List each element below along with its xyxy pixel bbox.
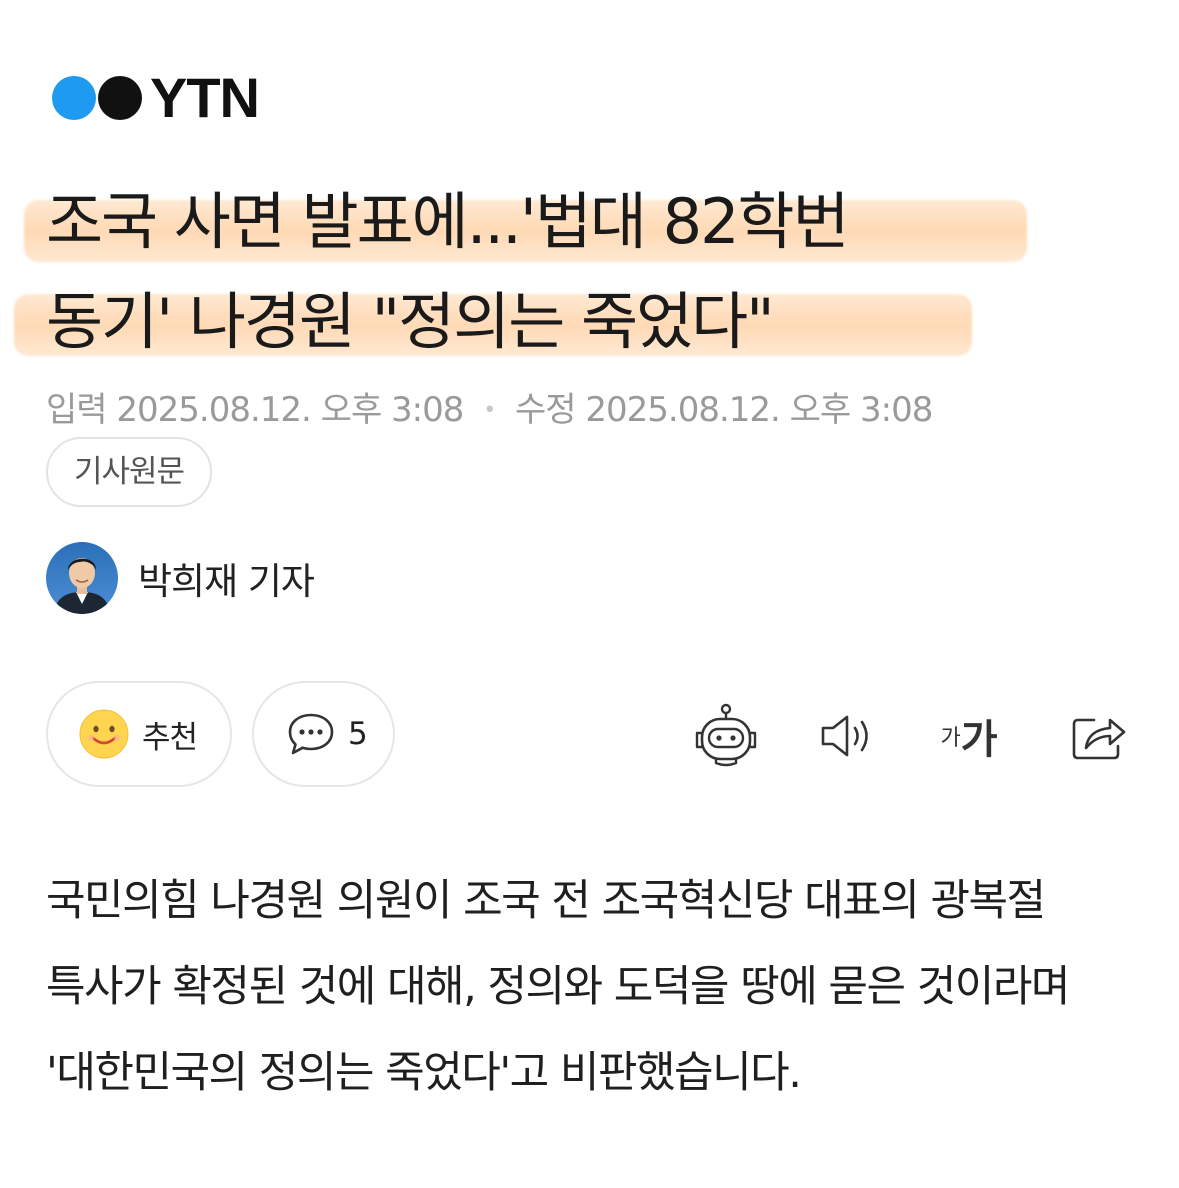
headline-line-2: 동기' 나경원 "정의는 죽었다": [14, 272, 1156, 372]
author-byline[interactable]: 박희재 기자: [46, 542, 315, 614]
ytn-logo[interactable]: YTN: [50, 66, 260, 129]
speech-bubble-icon: [288, 713, 334, 755]
article-headline: 조국 사면 발표에...'법대 82학번 동기' 나경원 "정의는 죽었다": [14, 172, 1156, 372]
input-label: 입력: [46, 390, 108, 430]
ai-summary-button[interactable]: [692, 694, 760, 778]
article-dateline: 입력 2025.08.12. 오후 3:08 • 수정 2025.08.12. …: [46, 388, 933, 433]
author-avatar: [46, 542, 118, 614]
logo-text: YTN: [150, 66, 260, 129]
original-article-button[interactable]: 기사원문: [46, 437, 213, 507]
recommend-label: 추천: [142, 719, 198, 756]
font-size-big-glyph: 가: [960, 717, 998, 763]
robot-icon: [695, 703, 757, 767]
input-time: 2025.08.12. 오후 3:08: [116, 390, 464, 430]
comment-count: 5: [348, 716, 368, 752]
modified-label: 수정: [515, 390, 577, 430]
share-icon: [1072, 718, 1126, 760]
recommend-button[interactable]: 추천: [46, 681, 232, 787]
font-size-button[interactable]: 가가: [930, 694, 1008, 778]
font-size-small-glyph: 가: [940, 726, 961, 751]
share-button[interactable]: [1068, 694, 1130, 778]
author-name: 박희재 기자: [138, 560, 315, 603]
smiley-face-icon: [79, 709, 129, 759]
ytn-dots-icon: [52, 76, 142, 120]
text-to-speech-button[interactable]: [816, 694, 878, 778]
comment-button[interactable]: 5: [252, 681, 395, 787]
dateline-separator: •: [483, 398, 496, 423]
headline-line-1: 조국 사면 발표에...'법대 82학번: [24, 172, 1156, 272]
article-body: 국민의힘 나경원 의원이 조국 전 조국혁신당 대표의 광복절 특사가 확정된 …: [46, 876, 1070, 1098]
modified-time: 2025.08.12. 오후 3:08: [585, 390, 933, 430]
speaker-icon: [821, 715, 868, 757]
